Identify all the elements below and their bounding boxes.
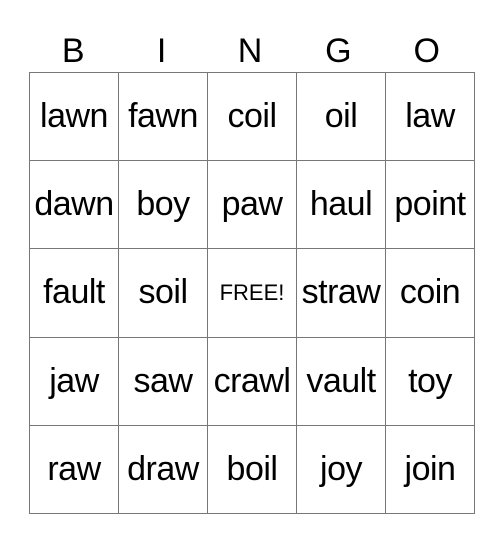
bingo-cell[interactable]: fault [29, 248, 119, 338]
bingo-cell[interactable]: draw [118, 424, 208, 515]
bingo-cell[interactable]: lawn [29, 71, 119, 162]
bingo-cell[interactable]: law [385, 71, 475, 162]
bingo-cell[interactable]: raw [29, 424, 119, 515]
header-letter-o: O [413, 32, 440, 70]
bingo-cell[interactable]: soil [118, 248, 208, 338]
bingo-board: lawn fawn coil oil law dawn boy paw haul… [29, 71, 475, 515]
board-row: fault soil FREE! straw coin [29, 248, 475, 338]
bingo-cell[interactable]: straw [296, 248, 386, 338]
free-space-cell[interactable]: FREE! [207, 248, 297, 338]
header-letter-n: N [237, 32, 263, 70]
board-row: dawn boy paw haul point [29, 160, 475, 250]
bingo-cell[interactable]: jaw [29, 336, 119, 426]
board-row: raw draw boil joy join [29, 424, 475, 515]
board-row: lawn fawn coil oil law [29, 71, 475, 162]
bingo-cell[interactable]: coin [385, 248, 475, 338]
bingo-cell[interactable]: fawn [118, 71, 208, 162]
bingo-cell[interactable]: toy [385, 336, 475, 426]
header-letter-b: B [61, 32, 85, 70]
bingo-cell[interactable]: boil [207, 424, 297, 515]
bingo-cell[interactable]: joy [296, 424, 386, 515]
bingo-cell[interactable]: saw [118, 336, 208, 426]
bingo-cell[interactable]: point [385, 160, 475, 250]
header-letter-g: G [325, 32, 352, 70]
bingo-cell[interactable]: paw [207, 160, 297, 250]
bingo-header: B I N G O [29, 30, 471, 72]
bingo-cell[interactable]: dawn [29, 160, 119, 250]
header-letter-i: I [156, 32, 167, 70]
bingo-cell[interactable]: coil [207, 71, 297, 162]
bingo-cell[interactable]: boy [118, 160, 208, 250]
bingo-cell[interactable]: crawl [207, 336, 297, 426]
bingo-cell[interactable]: oil [296, 71, 386, 162]
bingo-cell[interactable]: vault [296, 336, 386, 426]
bingo-cell[interactable]: join [385, 424, 475, 515]
board-row: jaw saw crawl vault toy [29, 336, 475, 426]
bingo-cell[interactable]: haul [296, 160, 386, 250]
